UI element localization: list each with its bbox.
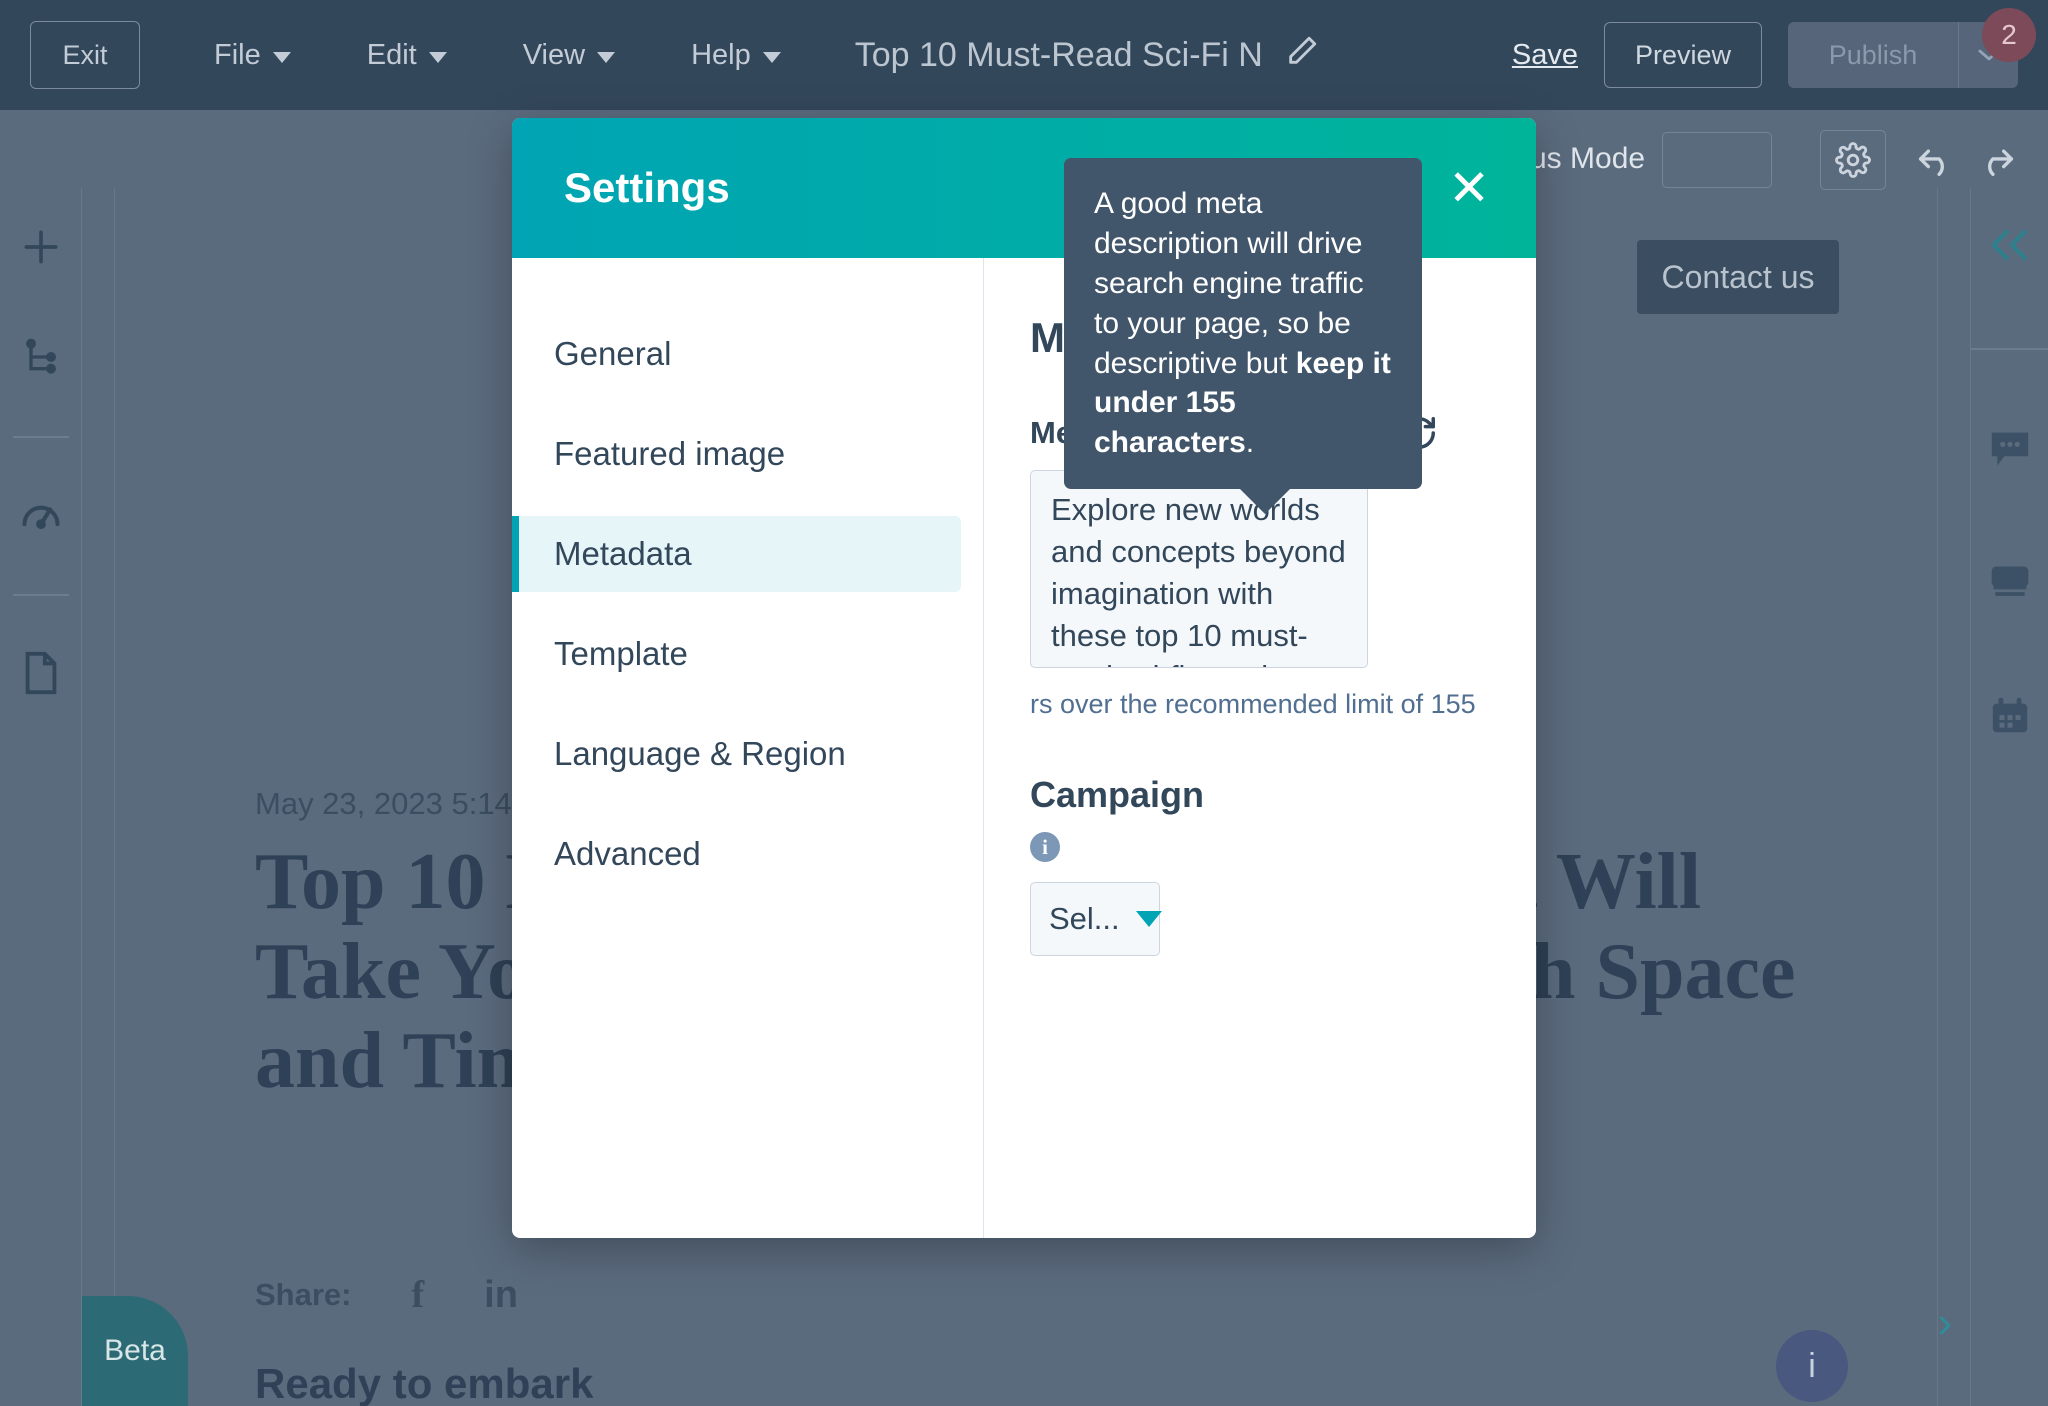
campaign-info-row: i xyxy=(1030,832,1480,862)
menu-file-label: File xyxy=(214,38,261,71)
preview-button[interactable]: Preview xyxy=(1604,22,1762,88)
meta-description-tooltip: A good meta description will drive searc… xyxy=(1064,158,1422,515)
menu-bar: File Edit View Help xyxy=(204,39,791,72)
close-icon[interactable]: ✕ xyxy=(1448,163,1490,213)
nav-item-featured-image[interactable]: Featured image xyxy=(512,416,961,492)
menu-help[interactable]: Help xyxy=(681,39,791,72)
calendar-icon[interactable] xyxy=(1979,686,2041,748)
rail-divider xyxy=(12,436,69,438)
menu-view-label: View xyxy=(522,38,586,71)
menu-view[interactable]: View xyxy=(513,39,625,72)
campaign-select[interactable]: Sel... xyxy=(1030,882,1162,956)
pencil-icon[interactable] xyxy=(1285,34,1319,76)
comment-bubble-icon[interactable] xyxy=(1979,418,2041,480)
facebook-icon[interactable]: f xyxy=(411,1273,424,1317)
menu-edit-label: Edit xyxy=(366,38,417,71)
meta-description-input[interactable] xyxy=(1030,470,1368,668)
plus-icon[interactable] xyxy=(10,216,72,278)
nav-item-metadata[interactable]: Metadata xyxy=(512,516,961,592)
ready-heading: Ready to embark xyxy=(255,1360,594,1406)
modal-nav: General Featured image Metadata Template… xyxy=(512,258,984,1238)
document-icon[interactable] xyxy=(10,642,72,704)
tooltip-text-tail: . xyxy=(1245,426,1255,460)
exit-button[interactable]: Exit xyxy=(30,21,140,89)
app-root: Contact us May 23, 2023 5:14:01 A Top 10… xyxy=(0,0,2048,1406)
meta-description-helper: rs over the recommended limit of 155 xyxy=(1030,689,1476,719)
campaign-select-value: Sel... xyxy=(1049,901,1120,936)
info-icon[interactable]: i xyxy=(1030,832,1060,862)
right-toolbar-rail xyxy=(1970,188,2048,1406)
chevron-down-icon xyxy=(428,51,447,63)
campaign-label: Campaign xyxy=(1030,774,1205,815)
next-chevron-icon[interactable]: › xyxy=(1937,1298,1952,1348)
undo-icon[interactable] xyxy=(1908,138,1964,186)
menu-file[interactable]: File xyxy=(204,39,301,72)
chevron-down-icon xyxy=(762,51,781,63)
info-fab-button[interactable]: i xyxy=(1776,1330,1848,1402)
redo-icon[interactable] xyxy=(1968,138,2024,186)
rail-divider xyxy=(12,594,69,596)
double-chevron-left-icon[interactable] xyxy=(1979,214,2041,276)
menu-help-label: Help xyxy=(691,38,751,71)
document-title: Top 10 Must-Read Sci-Fi N xyxy=(854,35,1263,74)
top-bar: Exit File Edit View Help Top 10 Must-Rea… xyxy=(0,0,2048,110)
contact-us-button[interactable]: Contact us xyxy=(1637,240,1839,314)
chevron-down-icon xyxy=(1135,911,1162,927)
nav-item-general[interactable]: General xyxy=(512,316,961,392)
nav-item-advanced[interactable]: Advanced xyxy=(512,816,961,892)
chevron-down-icon xyxy=(597,51,616,63)
speedometer-icon[interactable] xyxy=(10,484,72,546)
hierarchy-tree-icon[interactable] xyxy=(10,326,72,388)
publish-button[interactable]: Publish xyxy=(1788,22,1958,88)
share-label: Share: xyxy=(255,1277,352,1312)
save-button[interactable]: Save xyxy=(1512,39,1578,72)
menu-edit[interactable]: Edit xyxy=(357,39,457,72)
focus-mode-toggle[interactable] xyxy=(1662,132,1772,188)
top-bar-actions: Save Preview Publish 2 xyxy=(1512,8,2036,88)
card-deck-icon[interactable] xyxy=(1979,552,2041,614)
gear-icon[interactable] xyxy=(1820,130,1886,190)
linkedin-icon[interactable]: in xyxy=(484,1274,518,1317)
nav-item-language-region[interactable]: Language & Region xyxy=(512,716,961,792)
share-row: Share: f in xyxy=(255,1273,518,1317)
chevron-down-icon xyxy=(272,51,291,63)
left-toolbar-rail xyxy=(0,188,82,1406)
rail-divider xyxy=(1970,348,2048,350)
notification-badge: 2 xyxy=(1982,8,2036,62)
nav-item-template[interactable]: Template xyxy=(512,616,961,692)
focus-mode-label: us Mode xyxy=(1530,142,1646,175)
modal-title: Settings xyxy=(564,164,730,211)
